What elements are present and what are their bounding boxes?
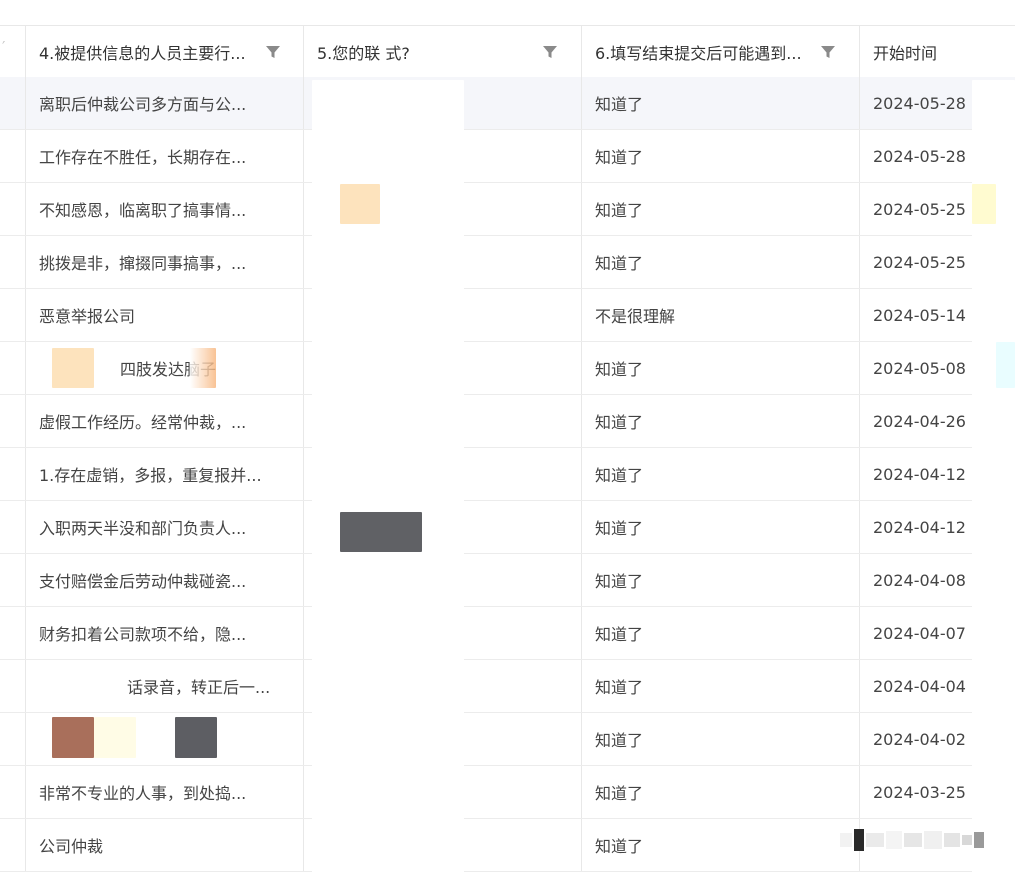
- cell-ack: 不是很理解: [595, 307, 676, 326]
- filter-funnel-icon[interactable]: [542, 44, 558, 60]
- table-row[interactable]: 挑拨是非，撺掇同事搞事，... 1 知道了 2024-05-25: [0, 236, 1015, 289]
- redaction-mosaic: [340, 184, 380, 224]
- cell-ack: 知道了: [595, 254, 644, 273]
- cell-ack: 知道了: [595, 678, 644, 697]
- cell-behavior: 虚假工作经历。经常仲裁，...: [39, 413, 247, 432]
- table-row[interactable]: 财务扣着公司款项不给，隐... 知道了 2024-04-07: [0, 607, 1015, 660]
- watermark-mosaic: [840, 829, 984, 851]
- cell-ack: 知道了: [595, 148, 644, 167]
- column-header-ack[interactable]: 6.填写结束提交后可能遇到...: [581, 26, 859, 77]
- cell-ack: 知道了: [595, 625, 644, 644]
- redaction-mosaic: [94, 717, 136, 758]
- redaction-mosaic: [52, 348, 94, 388]
- redaction-overlay: [312, 80, 464, 874]
- table-row[interactable]: 话录音，转正后一... 1 知道了 2024-04-04: [0, 660, 1015, 713]
- cell-behavior: 不知感恩，临离职了搞事情...: [39, 201, 247, 220]
- table-row[interactable]: 1 知道了 2024-04-02: [0, 713, 1015, 766]
- table-row[interactable]: 离职后仲裁公司多方面与公... 1 知道了 2024-05-28: [0, 77, 1015, 130]
- table-row[interactable]: 不知感恩，临离职了搞事情... 知道了 2024-05-25: [0, 183, 1015, 236]
- redaction-mosaic: [340, 512, 422, 552]
- cell-ack: 知道了: [595, 201, 644, 220]
- table-row[interactable]: 工作存在不胜任，长期存在... 知道了 2024-05-28: [0, 130, 1015, 183]
- cell-behavior: 入职两天半没和部门负责人...: [39, 519, 247, 538]
- column-header-contact[interactable]: 5.您的联 式?: [303, 26, 581, 77]
- cell-behavior: 财务扣着公司款项不给，隐...: [39, 625, 247, 644]
- cell-ack: 知道了: [595, 784, 644, 803]
- cell-behavior: 工作存在不胜任，长期存在...: [39, 148, 247, 167]
- redaction-mosaic: [52, 717, 94, 758]
- table-row[interactable]: 入职两天半没和部门负责人... 1 知道了 2024-04-12: [0, 501, 1015, 554]
- table-row[interactable]: 非常不专业的人事，到处捣... 1 知道了 2024-03-25: [0, 766, 1015, 819]
- redaction-mosaic: [972, 184, 996, 224]
- cell-behavior: 公司仲裁: [39, 837, 104, 856]
- cell-behavior: 支付赔偿金后劳动仲裁碰瓷...: [39, 572, 247, 591]
- table-header-row: ′ 4.被提供信息的人员主要行... 5.您的联 式? 6.填写结束提交后可能遇…: [0, 25, 1015, 78]
- cell-ack: 知道了: [595, 837, 644, 856]
- cell-behavior: 挑拨是非，撺掇同事搞事，...: [39, 254, 247, 273]
- column-header-behavior[interactable]: 4.被提供信息的人员主要行...: [25, 26, 303, 77]
- table-row[interactable]: 1.存在虚销，多报，重复报并... 1 知道了 2024-04-12: [0, 448, 1015, 501]
- table-row[interactable]: 恶意举报公司 1 不是很理解 2024-05-14: [0, 289, 1015, 342]
- filter-funnel-icon[interactable]: [820, 44, 836, 60]
- cell-behavior: 恶意举报公司: [39, 307, 136, 326]
- cell-ack: 知道了: [595, 95, 644, 114]
- cell-behavior: 1.存在虚销，多报，重复报并...: [39, 466, 262, 485]
- cell-ack: 知道了: [595, 360, 644, 379]
- column-header-start-time[interactable]: 开始时间: [859, 26, 1015, 77]
- cell-ack: 知道了: [595, 519, 644, 538]
- cell-behavior: 离职后仲裁公司多方面与公...: [39, 95, 247, 114]
- cell-ack: 知道了: [595, 413, 644, 432]
- redaction-mosaic: [175, 717, 217, 758]
- cell-ack: 知道了: [595, 731, 644, 750]
- redaction-mosaic: [996, 342, 1015, 388]
- cell-ack: 知道了: [595, 466, 644, 485]
- prev-column-edge: ′: [2, 38, 6, 56]
- cell-ack: 知道了: [595, 572, 644, 591]
- table-row[interactable]: 支付赔偿金后劳动仲裁碰瓷... 知道了 2024-04-08: [0, 554, 1015, 607]
- table-row[interactable]: 四肢发达脑子 1 知道了 2024-05-08: [0, 342, 1015, 395]
- redaction-mosaic: [190, 348, 216, 388]
- cell-behavior: 非常不专业的人事，到处捣...: [39, 784, 247, 803]
- filter-funnel-icon[interactable]: [265, 44, 281, 60]
- table-row[interactable]: 虚假工作经历。经常仲裁，... 1 知道了 2024-04-26: [0, 395, 1015, 448]
- redaction-overlay: [40, 662, 100, 702]
